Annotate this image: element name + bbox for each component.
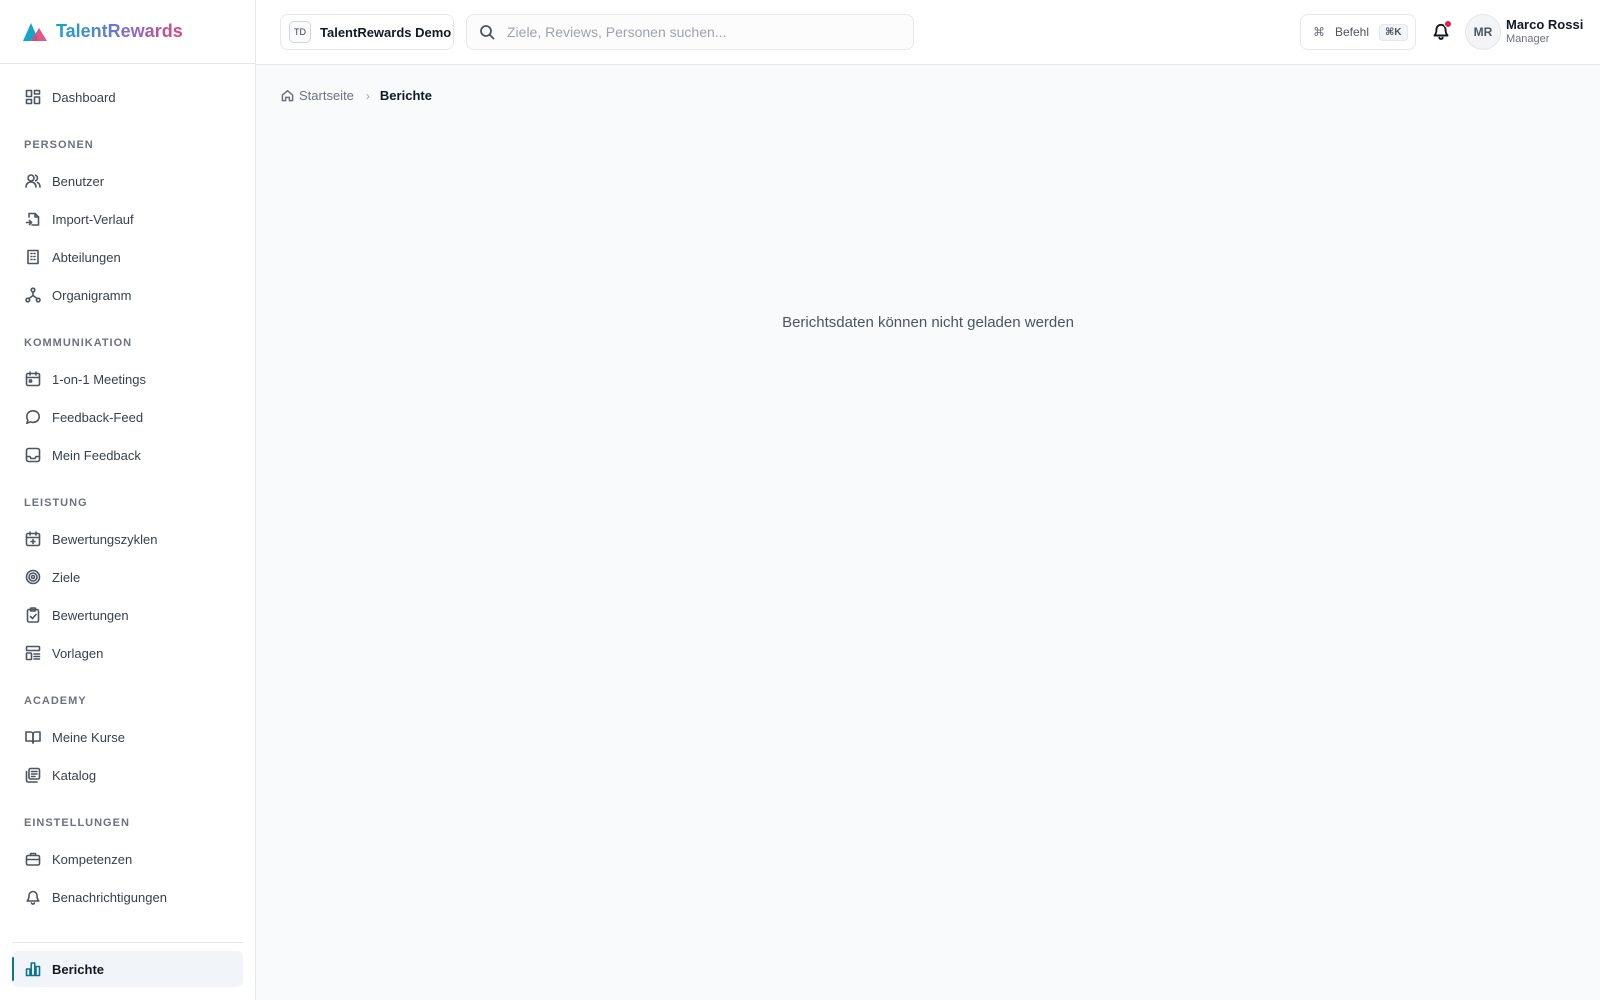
brand[interactable]: TalentRewards: [0, 0, 255, 64]
sidebar-item-label: Benutzer: [52, 173, 105, 189]
logo-icon: [23, 22, 47, 41]
sidebar-item-label: Mein Feedback: [52, 447, 141, 463]
user-menu[interactable]: Marco Rossi Manager: [1506, 17, 1583, 45]
org-chart-icon: [24, 286, 42, 304]
sidebar: TalentRewards Dashboard PERSONEN Benutze…: [0, 0, 256, 1000]
notifications-button[interactable]: [1432, 20, 1452, 42]
calendar-icon: [24, 370, 42, 388]
section-label-academy: ACADEMY: [24, 695, 87, 707]
tenant-badge: TD: [289, 21, 311, 43]
user-role: Manager: [1506, 33, 1550, 45]
command-label: Befehl: [1335, 25, 1370, 39]
sidebar-nav: Dashboard PERSONEN Benutzer Import-Verla…: [0, 64, 255, 987]
breadcrumb-home-link[interactable]: Startseite: [299, 88, 354, 103]
section-label-einstellungen: EINSTELLUNGEN: [24, 817, 130, 829]
sidebar-item-feedback-feed[interactable]: Feedback-Feed: [0, 398, 255, 436]
sidebar-item-label: Katalog: [52, 767, 97, 783]
sidebar-item-label: Abteilungen: [52, 249, 121, 265]
top-header: TD TalentRewards Demo ⌘ Befehl ⌘K MR Mar…: [256, 0, 1600, 65]
breadcrumb: Startseite › Berichte: [281, 88, 432, 103]
users-icon: [24, 172, 42, 190]
breadcrumb-separator-icon: ›: [365, 88, 370, 103]
sidebar-item-vorlagen[interactable]: Vorlagen: [0, 634, 255, 672]
sidebar-item-label: Vorlagen: [52, 645, 104, 661]
sidebar-item-mein-feedback[interactable]: Mein Feedback: [0, 436, 255, 474]
sidebar-item-import-verlauf[interactable]: Import-Verlauf: [0, 200, 255, 238]
sidebar-item-label: Import-Verlauf: [52, 211, 134, 227]
library-icon: [24, 766, 42, 784]
sidebar-item-label: Berichte: [52, 961, 105, 977]
breadcrumb-current: Berichte: [379, 88, 432, 103]
template-icon: [24, 644, 42, 662]
sidebar-item-katalog[interactable]: Katalog: [0, 756, 255, 794]
book-open-icon: [24, 728, 42, 746]
briefcase-icon: [24, 850, 42, 868]
sidebar-item-label: Benachrichtigungen: [52, 889, 167, 905]
sidebar-item-kompetenzen[interactable]: Kompetenzen: [0, 840, 255, 878]
search-box[interactable]: [466, 14, 914, 50]
sidebar-item-ziele[interactable]: Ziele: [0, 558, 255, 596]
target-icon: [24, 568, 42, 586]
section-label-leistung: LEISTUNG: [24, 497, 88, 509]
clipboard-check-icon: [24, 606, 42, 624]
tenant-switcher[interactable]: TD TalentRewards Demo: [280, 14, 454, 50]
sidebar-item-label: 1-on-1 Meetings: [52, 371, 146, 387]
search-input[interactable]: [507, 24, 887, 40]
home-icon: [281, 89, 294, 102]
bar-chart-icon: [24, 960, 42, 978]
bell-icon: [24, 888, 42, 906]
sidebar-item-benutzer[interactable]: Benutzer: [0, 162, 255, 200]
dashboard-icon: [24, 88, 42, 106]
sidebar-item-organigramm[interactable]: Organigramm: [0, 276, 255, 314]
command-shortcut: ⌘K: [1379, 23, 1408, 41]
section-label-personen: PERSONEN: [24, 139, 94, 151]
section-label-kommunikation: KOMMUNIKATION: [24, 337, 133, 349]
search-icon: [480, 25, 495, 40]
file-import-icon: [24, 210, 42, 228]
sidebar-item-label: Ziele: [52, 569, 81, 585]
sidebar-item-label: Meine Kurse: [52, 729, 125, 745]
sidebar-item-berichte[interactable]: Berichte: [12, 951, 243, 987]
sidebar-item-bewertungszyklen[interactable]: Bewertungszyklen: [0, 520, 255, 558]
user-name: Marco Rossi: [1506, 17, 1584, 32]
sidebar-divider: [12, 942, 243, 943]
sidebar-item-bewertungen[interactable]: Bewertungen: [0, 596, 255, 634]
brand-name: TalentRewards: [56, 21, 183, 41]
sidebar-item-1on1-meetings[interactable]: 1-on-1 Meetings: [0, 360, 255, 398]
command-icon: ⌘: [1313, 25, 1325, 39]
building-icon: [24, 248, 42, 266]
sidebar-item-meine-kurse[interactable]: Meine Kurse: [0, 718, 255, 756]
inbox-icon: [24, 446, 42, 464]
sidebar-item-label: Kompetenzen: [52, 851, 133, 867]
sidebar-item-label: Bewertungen: [52, 607, 129, 623]
command-button[interactable]: ⌘ Befehl ⌘K: [1300, 14, 1416, 50]
chat-bubble-icon: [24, 408, 42, 426]
error-message: Berichtsdaten können nicht geladen werde…: [782, 314, 1074, 331]
sidebar-item-label: Feedback-Feed: [52, 409, 144, 425]
sidebar-item-label: Dashboard: [52, 89, 116, 105]
sidebar-item-abteilungen[interactable]: Abteilungen: [0, 238, 255, 276]
tenant-name: TalentRewards Demo: [320, 24, 452, 40]
notification-dot: [1444, 20, 1452, 28]
sidebar-item-label: Bewertungszyklen: [52, 531, 158, 547]
sidebar-item-dashboard[interactable]: Dashboard: [0, 78, 255, 116]
avatar[interactable]: MR: [1465, 14, 1501, 50]
calendar-cycle-icon: [24, 530, 42, 548]
sidebar-item-benachrichtigungen[interactable]: Benachrichtigungen: [0, 878, 255, 916]
sidebar-item-label: Organigramm: [52, 287, 132, 303]
